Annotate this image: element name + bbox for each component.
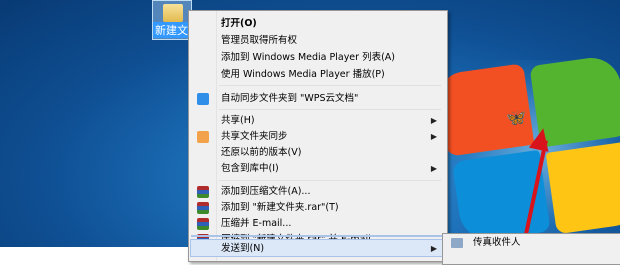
- menu-separator: [219, 180, 441, 181]
- menu-separator: [219, 109, 441, 110]
- winrar-icon: [197, 218, 209, 230]
- menu-item-wps-cloud-sync[interactable]: 自动同步文件夹到 "WPS云文档": [191, 90, 443, 108]
- winrar-icon: [197, 202, 209, 214]
- context-menu: 打开(O) 管理员取得所有权 添加到 Windows Media Player …: [188, 10, 448, 262]
- menu-item-label: 包含到库中(I): [221, 163, 279, 174]
- desktop-folder-label: 新建文件夹: [153, 22, 193, 38]
- menu-item-play-wmp[interactable]: 使用 Windows Media Player 播放(P): [191, 66, 443, 84]
- submenu-arrow-icon: ▶: [430, 244, 437, 253]
- winrar-icon: [197, 186, 209, 198]
- menu-item-send-to[interactable]: 发送到(N) ▶: [190, 239, 444, 257]
- folder-sync-icon: [197, 131, 209, 143]
- menu-item-label: 使用 Windows Media Player 播放(P): [221, 69, 385, 80]
- send-to-submenu: 传真收件人: [442, 233, 620, 265]
- menu-item-include-library[interactable]: 包含到库中(I) ▶: [191, 160, 443, 178]
- menu-item-take-ownership[interactable]: 管理员取得所有权: [191, 32, 443, 50]
- submenu-arrow-icon: ▶: [430, 164, 437, 173]
- menu-item-label: 打开(O): [221, 18, 257, 29]
- butterfly-icon: 🦋: [506, 108, 526, 127]
- cloud-sync-icon: [197, 93, 209, 105]
- menu-item-label: 发送到(N): [221, 243, 265, 254]
- menu-item-label: 自动同步文件夹到 "WPS云文档": [221, 93, 359, 104]
- menu-item-open[interactable]: 打开(O): [191, 15, 443, 33]
- submenu-item-fax-recipient[interactable]: 传真收件人: [443, 234, 620, 252]
- menu-separator: [219, 85, 441, 86]
- menu-item-label: 管理员取得所有权: [221, 35, 298, 46]
- folder-icon: [163, 4, 183, 22]
- menu-item-label: 添加到 Windows Media Player 列表(A): [221, 52, 395, 63]
- submenu-item-label: 传真收件人: [473, 237, 521, 248]
- menu-item-add-wmp-list[interactable]: 添加到 Windows Media Player 列表(A): [191, 49, 443, 67]
